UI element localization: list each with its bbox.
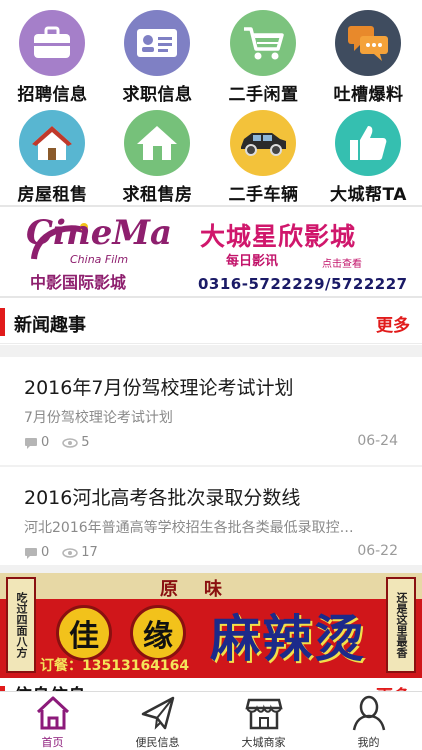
cinema-banner[interactable]: CineMa China Film 中影国际影城 大城星欣影城 每日影讯 点击查… — [0, 205, 422, 298]
eye-icon — [62, 547, 79, 558]
comment-icon — [25, 437, 37, 449]
tab-home[interactable]: 首页 — [0, 692, 105, 750]
news-item[interactable]: 2016年7月份驾校理论考试计划 7月份驾校理论考试计划 0 5 06-24 — [0, 357, 422, 465]
cinema-title: 大城星欣影城 — [200, 222, 357, 251]
category-grid: 招聘信息 求职信息 二手闲置 吐槽爆料 房屋租售 求租售房 二手车辆 大城帮TA — [0, 0, 422, 205]
car-icon — [230, 110, 296, 176]
cinema-phone: 0316-5722229/5722227 — [198, 275, 408, 293]
right-scroll: 还是这里最香 — [386, 577, 416, 673]
tab-label: 首页 — [41, 736, 64, 749]
category-dacheng-help[interactable]: 大城帮TA — [316, 102, 421, 205]
cinema-logo-sub: China Film — [70, 253, 129, 266]
comment-count: 0 — [41, 435, 50, 450]
house-icon — [19, 110, 85, 176]
category-house-rent-sale[interactable]: 房屋租售 — [0, 102, 105, 205]
paper-plane-icon — [141, 696, 175, 730]
category-recruitment[interactable]: 招聘信息 — [0, 2, 105, 105]
news-meta: 0 17 — [24, 545, 108, 560]
disc-jia: 佳 — [56, 605, 112, 661]
disc-yuan: 缘 — [130, 605, 186, 661]
divider — [0, 345, 422, 357]
thumbs-up-icon — [335, 110, 401, 176]
tab-services[interactable]: 便民信息 — [105, 692, 210, 750]
news-date: 06-24 — [357, 433, 398, 449]
view-count: 17 — [81, 545, 98, 560]
shopping-cart-icon — [230, 10, 296, 76]
cinema-daily: 每日影讯 — [226, 254, 279, 269]
category-label: 二手车辆 — [228, 185, 299, 205]
cinema-logo-word: CineMa — [26, 213, 172, 253]
more-link[interactable]: 更多 — [376, 311, 410, 336]
comment-count: 0 — [41, 545, 50, 560]
id-card-icon — [124, 10, 190, 76]
left-scroll: 吃过四面八方 — [6, 577, 36, 673]
category-gossip[interactable]: 吐槽爆料 — [316, 2, 421, 105]
user-icon — [352, 695, 386, 731]
cinema-click-link[interactable]: 点击查看 — [322, 255, 362, 270]
news-meta: 0 5 — [24, 435, 100, 450]
category-used-cars[interactable]: 二手车辆 — [211, 102, 316, 205]
tab-merchants[interactable]: 大城商家 — [211, 692, 316, 750]
home-icon — [36, 696, 70, 730]
tab-label: 我的 — [357, 736, 380, 749]
briefcase-icon — [19, 10, 85, 76]
news-date: 06-22 — [357, 543, 398, 559]
tab-label: 大城商家 — [241, 736, 286, 749]
section-accent-bar — [0, 308, 5, 336]
tab-mine[interactable]: 我的 — [316, 692, 421, 750]
news-title: 2016河北高考各批次录取分数线 — [24, 487, 301, 509]
section-title: 新闻趣事 — [14, 315, 86, 336]
banner-order-phone: 订餐：13513164164 — [40, 658, 190, 674]
chat-bubbles-icon — [335, 10, 401, 76]
divider — [0, 565, 422, 573]
storefront-icon — [245, 698, 283, 730]
news-section-header: 新闻趣事 更多 — [0, 300, 422, 344]
news-title: 2016年7月份驾校理论考试计划 — [24, 377, 294, 399]
comment-icon — [25, 547, 37, 559]
category-seek-rent-sale[interactable]: 求租售房 — [105, 102, 210, 205]
category-label: 求租售房 — [122, 185, 193, 205]
banner-yuanwei: 原味 — [160, 579, 248, 600]
news-summary: 河北2016年普通高等学校招生各批各类最低录取控… — [24, 520, 354, 536]
view-count: 5 — [81, 435, 90, 450]
category-secondhand[interactable]: 二手闲置 — [211, 2, 316, 105]
news-summary: 7月份驾校理论考试计划 — [24, 410, 173, 426]
category-label: 大城帮TA — [330, 185, 407, 205]
category-job-seeking[interactable]: 求职信息 — [105, 2, 210, 105]
house-icon — [124, 110, 190, 176]
cinema-logo-cn: 中影国际影城 — [30, 273, 127, 292]
bottom-tab-bar: 首页 便民信息 大城商家 我的 — [0, 691, 422, 750]
eye-icon — [62, 437, 79, 448]
malatang-banner[interactable]: 原味 吃过四面八方 还是这里最香 佳 缘 麻辣烫 订餐：13513164164 — [0, 573, 422, 678]
banner-main-text: 麻辣烫 — [210, 610, 366, 668]
tab-label: 便民信息 — [135, 736, 180, 749]
category-label: 房屋租售 — [17, 185, 88, 205]
news-item[interactable]: 2016河北高考各批次录取分数线 河北2016年普通高等学校招生各批各类最低录取… — [0, 467, 422, 575]
